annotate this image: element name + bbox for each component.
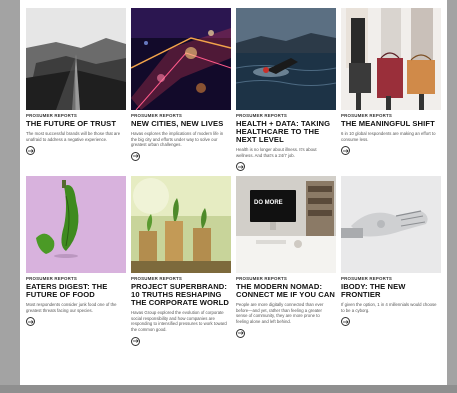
arrow-right-icon[interactable]: [236, 162, 245, 172]
report-card-eaters-digest[interactable]: PROSUMER REPORTS EATERS DIGEST: THE FUTU…: [26, 176, 126, 345]
city-lights-image[interactable]: [131, 8, 231, 110]
card-description: Health is no longer about illness. It's …: [236, 147, 317, 158]
report-card-future-of-trust[interactable]: PROSUMER REPORTS THE FUTURE OF TRUST The…: [26, 8, 126, 171]
coin-stacks-plants-image[interactable]: [131, 176, 231, 274]
card-title[interactable]: PROJECT SUPERBRAND: 10 TRUTHS RESHAPING …: [131, 283, 231, 307]
report-card-health-data[interactable]: PROSUMER REPORTS HEALTH + DATA: TAKING H…: [236, 8, 336, 172]
arrow-right-icon[interactable]: [131, 151, 140, 161]
swimmer-image[interactable]: [236, 8, 336, 110]
shopping-bags-image[interactable]: [341, 8, 441, 110]
card-title[interactable]: IBODY: THE NEW FRONTIER: [341, 283, 441, 299]
card-description: The most successful brands will be those…: [26, 131, 121, 142]
arrow-right-icon[interactable]: [131, 336, 140, 346]
desk-monitor-image[interactable]: DO MORE: [236, 176, 336, 274]
arrow-right-icon[interactable]: [26, 146, 35, 156]
card-title[interactable]: THE FUTURE OF TRUST: [26, 120, 126, 128]
report-card-new-cities[interactable]: PROSUMER REPORTS NEW CITIES, NEW LIVES H…: [131, 8, 231, 171]
arrow-right-icon[interactable]: [341, 317, 350, 327]
card-description: Havas Group explored the evolution of co…: [131, 310, 227, 332]
card-title[interactable]: NEW CITIES, NEW LIVES: [131, 120, 231, 128]
report-grid-page: PROSUMER REPORTS THE FUTURE OF TRUST The…: [20, 0, 447, 393]
bananas-image[interactable]: [26, 176, 126, 274]
monitor-text: DO MORE: [254, 200, 283, 206]
card-description: Havas explores the implications of moder…: [131, 131, 224, 148]
card-title[interactable]: THE MEANINGFUL SHIFT: [341, 120, 441, 128]
report-card-ibody[interactable]: PROSUMER REPORTS IBODY: THE NEW FRONTIER…: [341, 176, 441, 345]
arrow-right-icon[interactable]: [26, 317, 35, 327]
card-title[interactable]: THE MODERN NOMAD: CONNECT ME IF YOU CAN: [236, 283, 336, 299]
arrow-right-icon[interactable]: [236, 328, 245, 338]
report-card-meaningful-shift[interactable]: PROSUMER REPORTS THE MEANINGFUL SHIFT 6 …: [341, 8, 441, 171]
card-description: Most respondents consider junk food one …: [26, 302, 117, 313]
report-card-project-superbrand[interactable]: PROSUMER REPORTS PROJECT SUPERBRAND: 10 …: [131, 176, 231, 346]
card-description: 6 in 10 global respondents are making an…: [341, 131, 436, 142]
card-title[interactable]: EATERS DIGEST: THE FUTURE OF FOOD: [26, 283, 126, 299]
report-card-modern-nomad[interactable]: DO MORE PROSUMER REPORTS THE MODERN NOMA…: [236, 176, 336, 345]
path-landscape-image[interactable]: [26, 8, 126, 110]
bottom-frame-edge: [0, 385, 457, 393]
report-grid: PROSUMER REPORTS THE FUTURE OF TRUST The…: [26, 8, 441, 346]
arrow-right-icon[interactable]: [341, 146, 350, 156]
robotic-hand-image[interactable]: [341, 176, 441, 274]
card-description: If given the option, 1 in 4 millennials …: [341, 302, 437, 313]
card-description: People are more digitally connected than…: [236, 302, 324, 324]
card-title[interactable]: HEALTH + DATA: TAKING HEALTHCARE TO THE …: [236, 120, 336, 144]
